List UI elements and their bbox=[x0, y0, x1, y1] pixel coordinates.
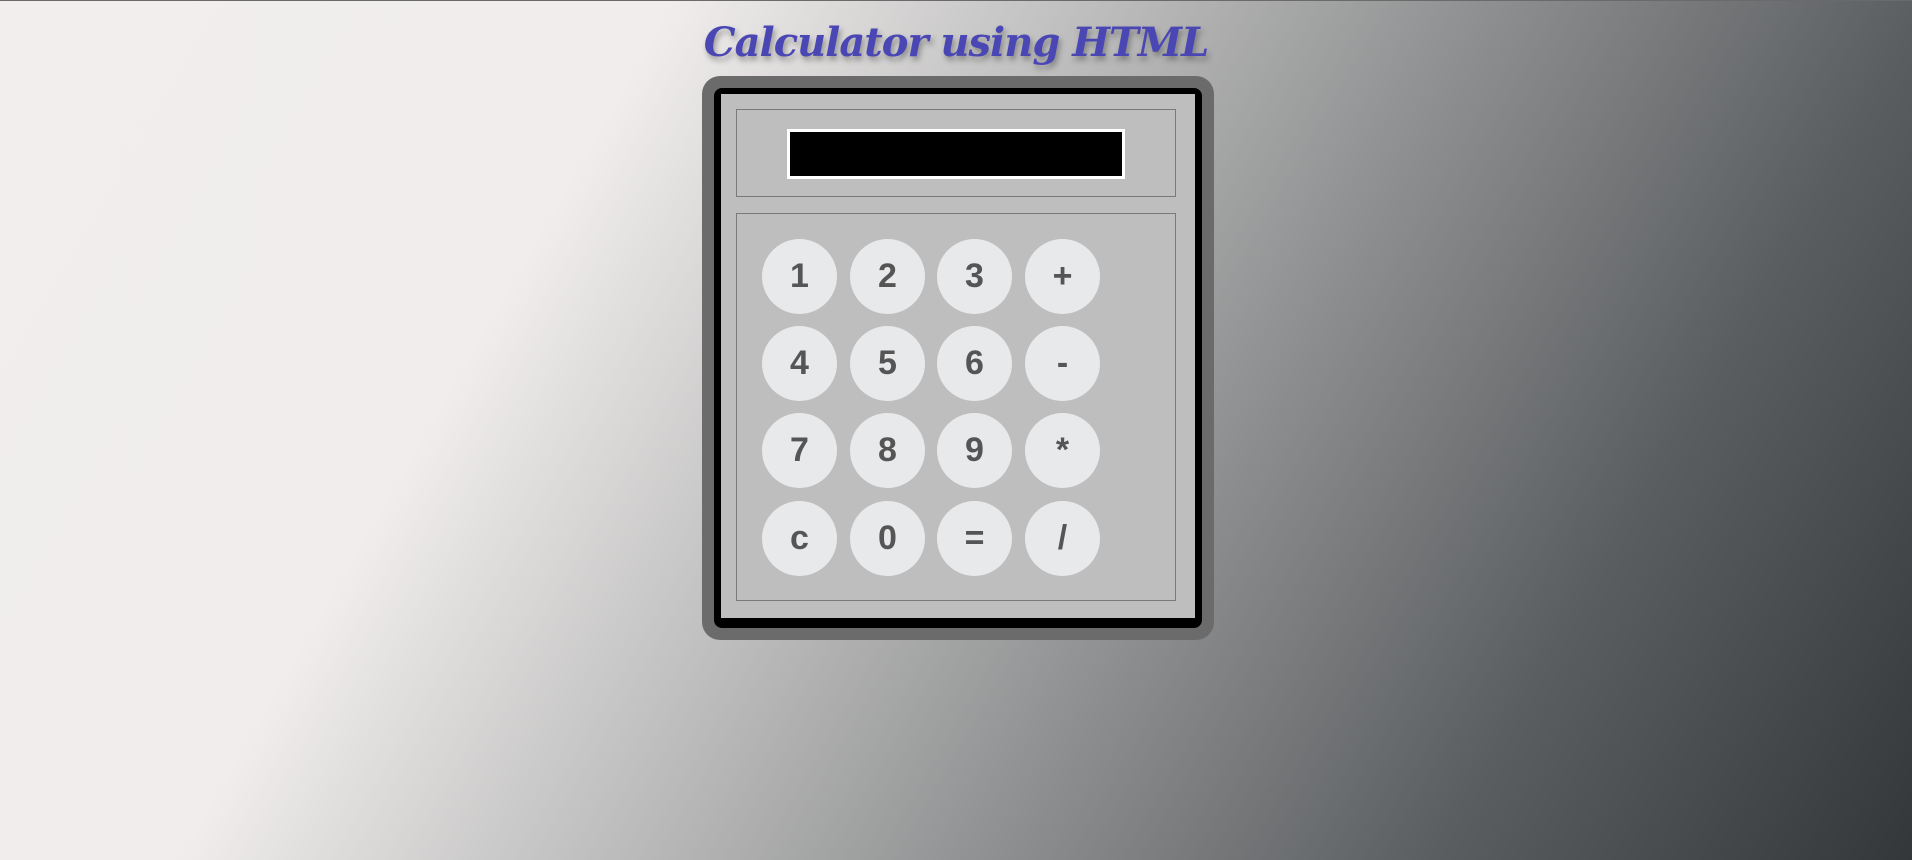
key-0[interactable]: 0 bbox=[850, 501, 925, 576]
key-8[interactable]: 8 bbox=[850, 413, 925, 488]
key-2[interactable]: 2 bbox=[850, 239, 925, 314]
key-minus[interactable]: - bbox=[1025, 326, 1100, 401]
key-1[interactable]: 1 bbox=[762, 239, 837, 314]
key-divide[interactable]: / bbox=[1025, 501, 1100, 576]
key-clear[interactable]: c bbox=[762, 501, 837, 576]
key-equals[interactable]: = bbox=[937, 501, 1012, 576]
page-title: Calculator using HTML bbox=[703, 19, 1209, 66]
key-6[interactable]: 6 bbox=[937, 326, 1012, 401]
result-display[interactable] bbox=[787, 129, 1125, 179]
key-plus[interactable]: + bbox=[1025, 239, 1100, 314]
key-7[interactable]: 7 bbox=[762, 413, 837, 488]
key-4[interactable]: 4 bbox=[762, 326, 837, 401]
calculator: 1 2 3 + 4 5 6 - 7 8 9 * c 0 = / bbox=[702, 76, 1214, 640]
key-multiply[interactable]: * bbox=[1025, 413, 1100, 488]
calculator-frame: 1 2 3 + 4 5 6 - 7 8 9 * c 0 = / bbox=[714, 88, 1202, 628]
keypad: 1 2 3 + 4 5 6 - 7 8 9 * c 0 = / bbox=[736, 213, 1176, 601]
key-5[interactable]: 5 bbox=[850, 326, 925, 401]
key-3[interactable]: 3 bbox=[937, 239, 1012, 314]
key-9[interactable]: 9 bbox=[937, 413, 1012, 488]
calculator-body: 1 2 3 + 4 5 6 - 7 8 9 * c 0 = / bbox=[721, 94, 1195, 618]
display-panel bbox=[736, 109, 1176, 197]
